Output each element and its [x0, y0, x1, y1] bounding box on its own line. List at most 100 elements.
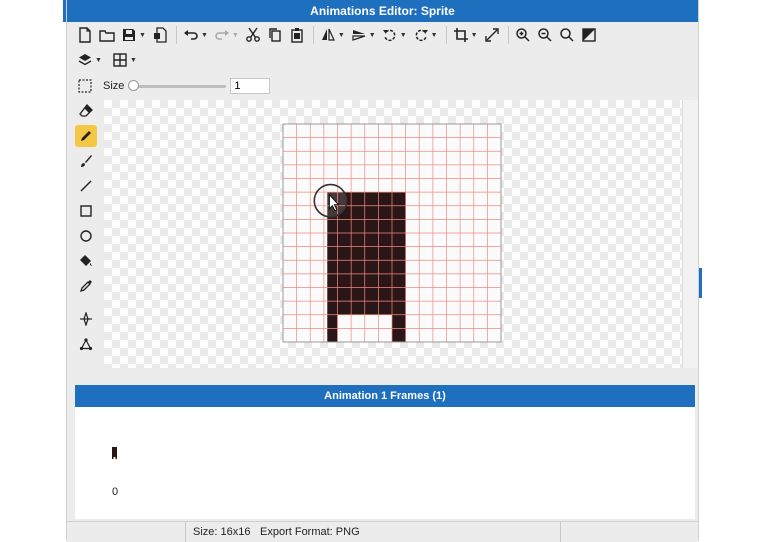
save-dropdown-icon[interactable]: ▼ — [139, 32, 146, 39]
sprite-pixel — [364, 287, 379, 302]
layers-dropdown-icon[interactable]: ▼ — [95, 57, 102, 64]
frame-index: 0 — [112, 486, 119, 498]
selection-button[interactable] — [77, 78, 93, 94]
rotate-right-button[interactable]: ▼ — [413, 27, 438, 43]
line-tool[interactable] — [75, 175, 97, 197]
sprite-pixel — [392, 192, 406, 206]
sprite-pixel — [337, 301, 352, 315]
sprite-pixel — [364, 301, 379, 315]
frame-item[interactable]: 0 — [103, 441, 127, 501]
undo-dropdown-icon[interactable]: ▼ — [201, 32, 208, 39]
sprite-pixel — [378, 301, 392, 315]
zoom-icon — [559, 28, 574, 42]
sprite-pixel — [392, 246, 406, 261]
sprite-pixel — [327, 233, 338, 247]
copy-icon — [269, 28, 281, 42]
grid-dropdown-icon[interactable]: ▼ — [130, 57, 137, 64]
crop-button[interactable]: ▼ — [453, 27, 478, 43]
flip-horizontal-dropdown-icon[interactable]: ▼ — [338, 32, 345, 39]
sprite-pixel — [378, 273, 392, 288]
drawing-canvas-area[interactable] — [104, 100, 682, 368]
sprite-pixel — [351, 260, 365, 274]
flip-vertical-button[interactable]: ▼ — [351, 27, 376, 43]
rotate-left-dropdown-icon[interactable]: ▼ — [400, 32, 407, 39]
sprite-pixel — [392, 273, 406, 288]
eyedropper-icon — [79, 280, 92, 293]
rotate-right-dropdown-icon[interactable]: ▼ — [431, 32, 438, 39]
sprite-pixel — [392, 219, 406, 233]
background-toggle-button[interactable] — [581, 27, 597, 43]
rectangle-tool[interactable] — [75, 200, 97, 222]
sprite-pixel — [378, 246, 392, 261]
redo-dropdown-icon[interactable]: ▼ — [232, 32, 239, 39]
sprite-pixel — [392, 205, 406, 220]
redo-button[interactable]: ▼ — [214, 27, 239, 43]
ellipse-tool[interactable] — [75, 225, 97, 247]
zoom-out-button[interactable] — [537, 27, 553, 43]
sprite-pixel — [364, 246, 379, 261]
sprite-pixel — [364, 260, 379, 274]
sprite-pixel — [364, 219, 379, 233]
window-title: Animations Editor: Sprite — [67, 0, 698, 22]
sprite-pixel — [392, 287, 406, 302]
copy-button[interactable] — [267, 27, 283, 43]
pivot-tool[interactable] — [75, 308, 97, 330]
ellipse-icon — [80, 230, 92, 242]
skeleton-tool[interactable] — [75, 333, 97, 355]
fill-tool[interactable] — [75, 250, 97, 272]
eyedropper-tool[interactable] — [75, 275, 97, 297]
animations-editor-window: Animations Editor: Sprite ▼ ▼ ▼ ▼ ▼ ▼ ▼ … — [66, 0, 699, 542]
status-size: Size: 16x16 — [193, 526, 251, 538]
pencil-tool[interactable] — [75, 125, 97, 147]
export-button[interactable] — [152, 27, 168, 43]
sprite-pixel — [392, 233, 406, 247]
crop-dropdown-icon[interactable]: ▼ — [471, 32, 478, 39]
sprite-canvas[interactable] — [282, 123, 502, 343]
sprite-pixel — [351, 246, 365, 261]
sprite-pixel — [364, 273, 379, 288]
brush-tool[interactable] — [75, 150, 97, 172]
rectangle-icon — [80, 205, 92, 217]
canvas-vertical-scrollbar[interactable] — [682, 100, 698, 368]
zoom-fit-button[interactable] — [559, 27, 575, 43]
sprite-pixel — [327, 219, 338, 233]
resize-button[interactable] — [484, 27, 500, 43]
sprite-pixel — [392, 260, 406, 274]
sprite-pixel — [351, 287, 365, 302]
sprite-pixel — [378, 205, 392, 220]
sprite-pixel — [378, 233, 392, 247]
layers-button[interactable]: ▼ — [77, 52, 102, 68]
rotate-left-button[interactable]: ▼ — [382, 27, 407, 43]
layers-toolbar: ▼ ▼ — [67, 47, 698, 73]
selection-icon — [78, 79, 92, 93]
sprite-pixel — [337, 273, 352, 288]
undo-button[interactable]: ▼ — [183, 27, 208, 43]
grid-icon — [113, 53, 127, 67]
line-icon — [80, 180, 92, 192]
sprite-pixel — [378, 219, 392, 233]
cut-button[interactable] — [245, 27, 261, 43]
sprite-pixel — [327, 273, 338, 288]
zoom-in-button[interactable] — [515, 27, 531, 43]
new-file-button[interactable] — [77, 27, 93, 43]
zoom-in-icon — [515, 28, 530, 42]
sprite-pixel — [351, 233, 365, 247]
grid-button[interactable]: ▼ — [112, 52, 137, 68]
sprite-pixel — [327, 260, 338, 274]
size-slider[interactable] — [128, 79, 228, 93]
zoom-out-icon — [537, 28, 552, 42]
new-file-icon — [79, 27, 91, 43]
save-button[interactable]: ▼ — [121, 27, 146, 43]
sprite-pixel — [351, 301, 365, 315]
toolbar-separator — [445, 26, 447, 44]
sprite-pixel — [351, 205, 365, 220]
paste-button[interactable] — [289, 27, 305, 43]
flip-horizontal-button[interactable]: ▼ — [320, 27, 345, 43]
size-input[interactable] — [230, 78, 271, 94]
eraser-tool[interactable] — [75, 100, 97, 122]
flip-vertical-dropdown-icon[interactable]: ▼ — [369, 32, 376, 39]
size-slider-track — [130, 85, 227, 88]
open-folder-button[interactable] — [99, 27, 115, 43]
size-slider-thumb[interactable] — [128, 80, 140, 91]
main-toolbar: ▼ ▼ ▼ ▼ ▼ ▼ ▼ ▼ — [67, 22, 698, 48]
